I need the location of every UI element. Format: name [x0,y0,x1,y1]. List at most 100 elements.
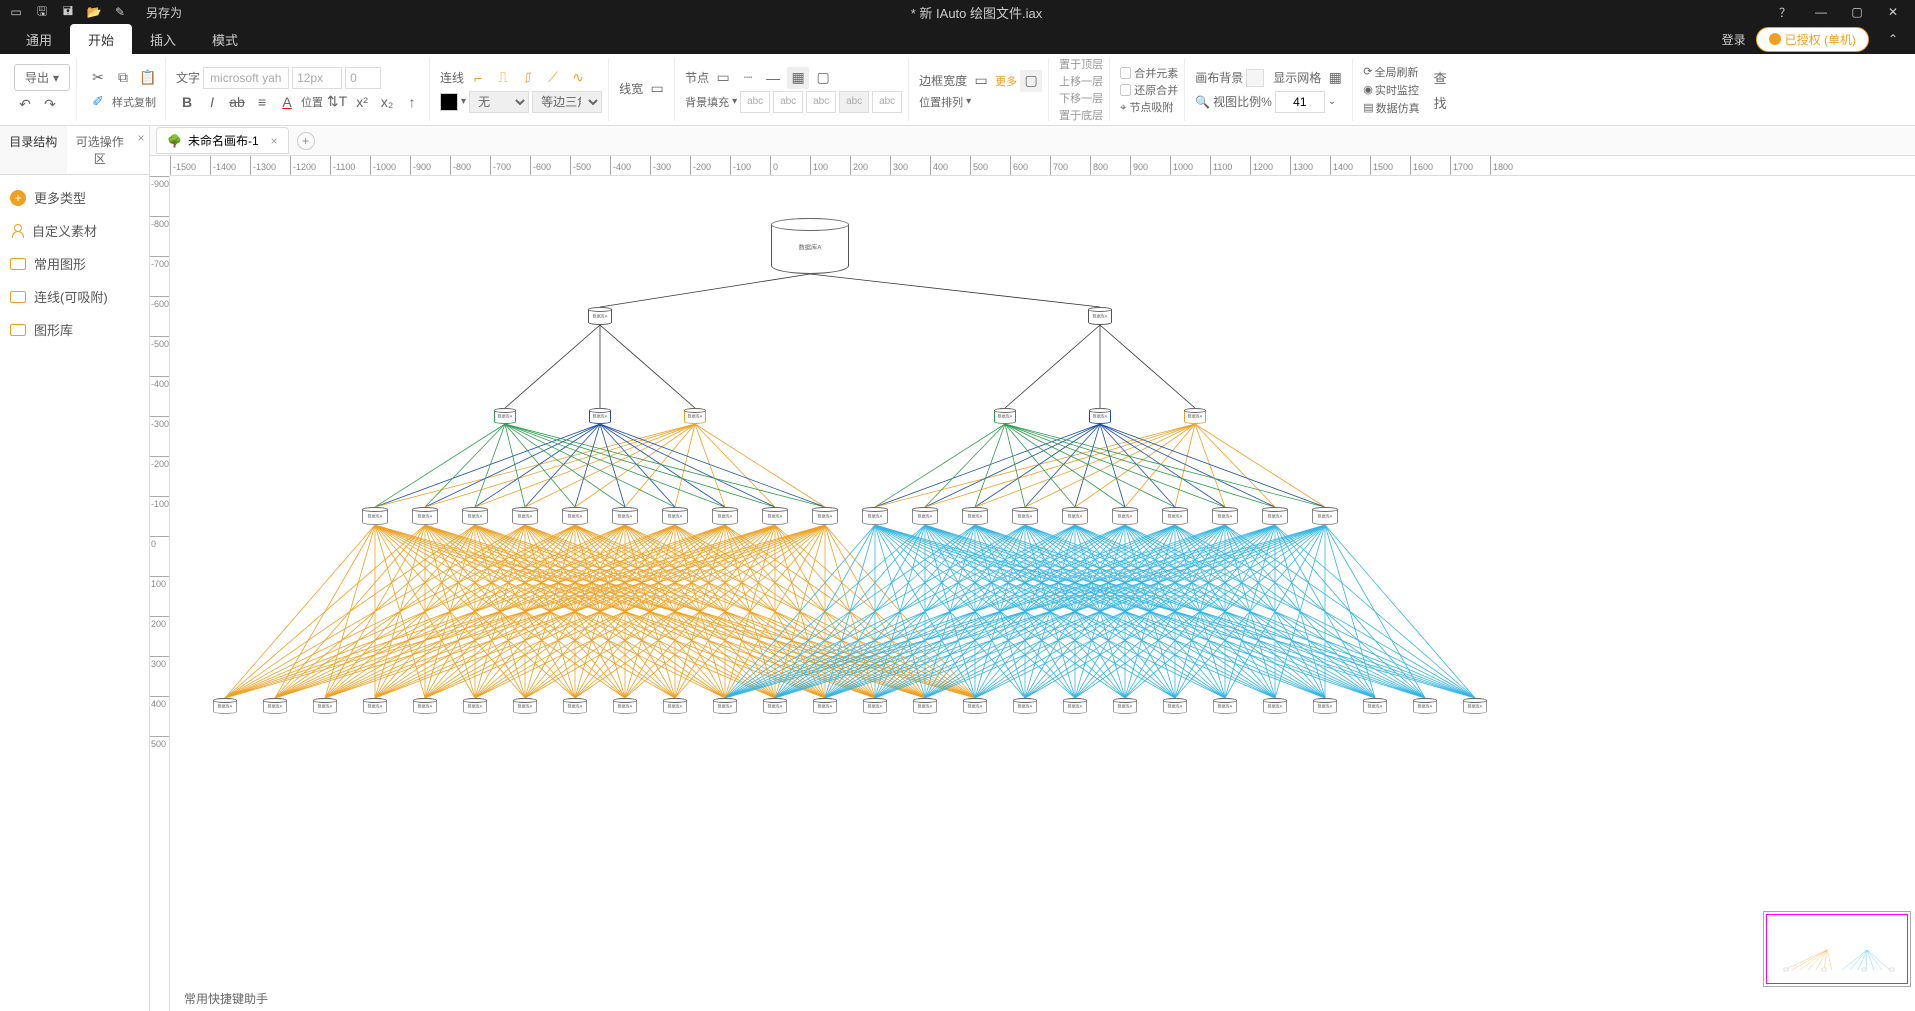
global-refresh[interactable]: ⟳ 全局刷新 [1363,64,1419,80]
line-type-5-icon[interactable]: ∿ [567,67,589,89]
db-node[interactable]: 数据库A [684,408,706,424]
open-icon[interactable]: 📂 [86,4,102,20]
db-node[interactable]: 数据库A [413,698,437,714]
menu-tab-general[interactable]: 通用 [8,24,70,55]
italic-icon[interactable]: I [201,91,223,113]
db-node[interactable]: 数据库A [1213,698,1237,714]
save-icon[interactable]: 🖫 [34,4,50,20]
color-dropdown-icon[interactable]: ▾ [461,96,466,107]
menu-tab-mode[interactable]: 模式 [194,24,256,55]
more-link[interactable]: 更多 [995,73,1017,89]
minimize-icon[interactable]: — [1807,2,1835,22]
login-link[interactable]: 登录 [1722,31,1746,48]
find-btn[interactable]: 找 [1434,93,1447,112]
db-node[interactable]: 数据库A [589,408,611,424]
subscript-icon[interactable]: x₂ [376,91,398,113]
node-thin-icon[interactable]: — [762,67,784,89]
menu-tab-insert[interactable]: 插入 [132,24,194,55]
db-node[interactable]: 数据库A [1063,698,1087,714]
font-color-icon[interactable]: A [276,91,298,113]
abc-btn-4[interactable]: abc [839,91,869,113]
license-badge[interactable]: 已授权 (单机) [1756,27,1869,52]
edit-icon[interactable]: ✎ [112,4,128,20]
position-label[interactable]: 位置 [301,91,323,113]
db-node[interactable]: 数据库A [313,698,337,714]
db-node[interactable]: 数据库A [213,698,237,714]
db-node[interactable]: 数据库A [1013,698,1037,714]
menu-tab-start[interactable]: 开始 [70,24,132,55]
linewidth-icon[interactable]: ▭ [646,78,668,100]
db-node[interactable]: 数据库A [1312,507,1338,525]
layer-top[interactable]: 置于顶层 [1059,56,1103,72]
maximize-icon[interactable]: ▢ [1843,2,1871,22]
db-node[interactable]: 数据库A [1263,698,1287,714]
db-node[interactable]: 数据库A [562,507,588,525]
show-grid-label[interactable]: 显示网格 [1273,69,1321,86]
sidebar-close-icon[interactable]: × [133,126,149,174]
vertical-text-icon[interactable]: ⇅T [326,91,348,113]
db-node[interactable]: 数据库A [462,507,488,525]
node-fill3-icon[interactable]: ▢ [812,67,834,89]
line-type-1-icon[interactable]: ⌐ [467,67,489,89]
db-node[interactable]: 数据库A [962,507,988,525]
format-painter-label[interactable]: 样式复制 [112,94,156,110]
shortcut-helper[interactable]: 常用快捷键助手 [184,990,268,1007]
db-node[interactable]: 数据库A [812,507,838,525]
db-node[interactable]: 数据库A [1163,698,1187,714]
close-icon[interactable]: ✕ [1879,2,1907,22]
sidebar-item-common[interactable]: 常用图形 [0,247,149,280]
db-node[interactable]: 数据库A [1184,408,1206,424]
db-node[interactable]: 数据库A [1413,698,1437,714]
canvas-bg-picker[interactable] [1246,69,1264,87]
db-node[interactable]: 数据库A [494,408,516,424]
db-node[interactable]: 数据库A [1363,698,1387,714]
db-node[interactable]: 数据库A [663,698,687,714]
sidebar-tab-ops[interactable]: 可选操作区 [67,126,134,174]
abc-btn-2[interactable]: abc [773,91,803,113]
node-dash-icon[interactable]: ┈ [737,67,759,89]
abc-btn-1[interactable]: abc [740,91,770,113]
line-height-input[interactable] [345,67,381,89]
copy-icon[interactable]: ⧉ [112,67,134,89]
save-as-label[interactable]: 另存为 [146,4,182,21]
layer-down[interactable]: 下移一层 [1059,90,1103,106]
abc-btn-5[interactable]: abc [872,91,902,113]
db-node[interactable]: 数据库A [1112,507,1138,525]
font-family-input[interactable] [203,67,289,89]
db-node[interactable]: 数据库A [1262,507,1288,525]
minimap[interactable] [1763,911,1911,987]
border-preset-icon[interactable]: ▢ [1020,70,1042,92]
line-type-2-icon[interactable]: ⎍ [492,67,514,89]
merge-elements[interactable]: ▢ 合并元素 [1120,65,1178,81]
db-node[interactable]: 数据库A [713,698,737,714]
db-node[interactable]: 数据库A [613,698,637,714]
db-node[interactable]: 数据库A [512,507,538,525]
db-node[interactable]: 数据库A [463,698,487,714]
db-node[interactable]: 数据库A [1088,307,1112,325]
bold-icon[interactable]: B [176,91,198,113]
export-button[interactable]: 导出▾ [14,64,70,91]
db-node[interactable]: 数据库A [362,507,388,525]
db-node[interactable]: 数据库A [813,698,837,714]
db-node[interactable]: 数据库A [912,507,938,525]
add-tab-icon[interactable]: + [297,132,315,150]
save-as-icon[interactable]: 🖬 [60,4,76,20]
db-node[interactable]: 数据库A [994,408,1016,424]
db-node[interactable]: 数据库A [963,698,987,714]
arrow-shape-select[interactable]: 等边三角 [532,91,602,113]
zoom-input[interactable] [1275,91,1325,113]
superscript-icon[interactable]: x² [351,91,373,113]
arrow-up-icon[interactable]: ↑ [401,91,423,113]
db-node[interactable]: 数据库A [412,507,438,525]
canvas-content[interactable]: 数据库A 数据库A 数据库A 数据库A 数据库A 数据库A 数据库A 数据库A 数据库A 数据库A… [170,176,1915,1011]
db-node[interactable]: 数据库A [913,698,937,714]
abc-btn-3[interactable]: abc [806,91,836,113]
db-node[interactable]: 数据库A [263,698,287,714]
db-node[interactable]: 数据库A [1062,507,1088,525]
line-color-picker[interactable] [440,93,458,111]
db-node[interactable]: 数据库A [662,507,688,525]
sidebar-tab-structure[interactable]: 目录结构 [0,126,67,174]
undo-icon[interactable]: ↶ [14,93,36,115]
db-node[interactable]: 数据库A [763,698,787,714]
realtime-monitor[interactable]: ◉ 实时监控 [1363,82,1419,98]
